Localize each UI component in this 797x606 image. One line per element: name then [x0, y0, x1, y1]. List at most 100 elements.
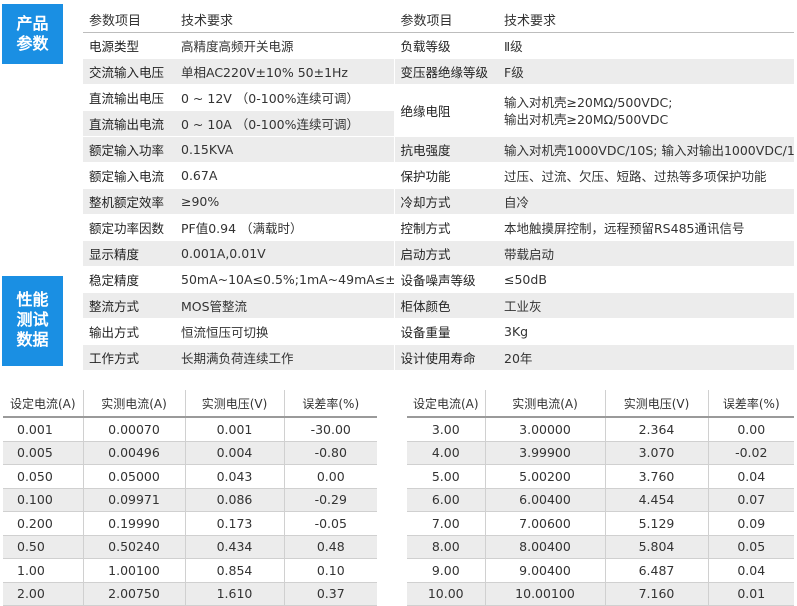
header-measured-voltage: 实测电压(V) [604, 389, 708, 418]
header-measured-current: 实测电流(A) [484, 389, 605, 418]
table-row: 1.00 1.00100 0.854 0.10 [3, 558, 377, 583]
spec-param-value: 单相AC220V±10% 50±1Hz [175, 58, 395, 85]
cell-set-current: 0.200 [3, 511, 83, 536]
table-row: 7.00 7.00600 5.129 0.09 [407, 511, 794, 536]
header-set-current: 设定电流(A) [407, 389, 485, 418]
cell-error-rate: 0.37 [283, 582, 377, 606]
spec-param-value: 50mA~10A≤0.5%;1mA~49mA≤±0.5mA [175, 266, 395, 293]
spec-param-name: 电源类型 [83, 32, 175, 59]
spec-param-value: 输入对机壳1000VDC/10S; 输入对输出1000VDC/10S [498, 136, 794, 163]
cell-set-current: 2.00 [3, 582, 83, 606]
cell-measured-voltage: 7.160 [604, 582, 708, 606]
table-row: 5.00 5.00200 3.760 0.04 [407, 464, 794, 489]
spec-param-value: 带载启动 [498, 240, 794, 267]
spec-row: 整机额定效率 ≥90% 冷却方式 自冷 [83, 188, 794, 215]
spec-param-name: 冷却方式 [394, 188, 498, 215]
spec-header-param: 参数项目 [83, 6, 175, 33]
spec-row: 输出方式 恒流恒压可切换 设备重量 3Kg [83, 318, 794, 345]
spec-param-name: 负载等级 [394, 32, 498, 59]
spec-param-name: 设备重量 [394, 318, 498, 345]
spec-param-name: 变压器绝缘等级 [394, 58, 498, 85]
cell-measured-current: 8.00400 [484, 535, 605, 559]
header-error-rate: 误差率(%) [283, 389, 377, 418]
spec-param-value: 0.15KVA [175, 136, 395, 163]
spec-header-requirement: 技术要求 [498, 6, 794, 33]
cell-error-rate: 0.04 [707, 558, 794, 583]
section-tag-label: 性能 测试 数据 [16, 290, 49, 349]
spec-param-name: 抗电强度 [394, 136, 498, 163]
spec-row: 工作方式 长期满负荷连续工作 设计使用寿命 20年 [83, 344, 794, 371]
spec-param-value: 0.001A,0.01V [175, 240, 395, 267]
cell-measured-current: 9.00400 [484, 558, 605, 583]
spec-param-value: 0 ~ 12V （0-100%连续可调） [175, 84, 395, 111]
header-set-current: 设定电流(A) [3, 389, 83, 418]
spec-row: 直流输出电压 0 ~ 12V （0-100%连续可调） 绝缘电阻 输入对机壳≥2… [83, 84, 794, 137]
table-row: 3.00 3.00000 2.364 0.00 [407, 417, 794, 442]
spec-param-name: 额定功率因数 [83, 214, 175, 241]
spec-param-name: 设备噪声等级 [394, 266, 498, 293]
spec-param-value: 20年 [498, 344, 794, 371]
cell-set-current: 3.00 [407, 417, 485, 442]
spec-param-value: ≥90% [175, 188, 395, 215]
cell-set-current: 0.50 [3, 535, 83, 559]
cell-measured-voltage: 0.086 [184, 488, 284, 512]
table-row: 6.00 6.00400 4.454 0.07 [407, 488, 794, 512]
spec-param-value: 0.67A [175, 162, 395, 189]
spec-param-name: 保护功能 [394, 162, 498, 189]
table-row: 0.005 0.00496 0.004 -0.80 [3, 441, 377, 465]
cell-measured-voltage: 6.487 [604, 558, 708, 583]
table-row: 0.001 0.00070 0.001 -30.00 [3, 417, 377, 442]
spec-param-name: 直流输出电压 [83, 84, 175, 111]
spec-param-value: MOS管整流 [175, 292, 395, 319]
cell-measured-current: 5.00200 [484, 464, 605, 489]
spec-param-value: 过压、过流、欠压、短路、过热等多项保护功能 [498, 162, 794, 189]
cell-set-current: 9.00 [407, 558, 485, 583]
cell-set-current: 6.00 [407, 488, 485, 512]
spec-row: 交流输入电压 单相AC220V±10% 50±1Hz 变压器绝缘等级 F级 [83, 58, 794, 85]
cell-measured-current: 0.50240 [82, 535, 185, 559]
cell-error-rate: -0.05 [283, 511, 377, 536]
cell-error-rate: 0.48 [283, 535, 377, 559]
cell-measured-voltage: 4.454 [604, 488, 708, 512]
section-tag-product-params: 产品 参数 [2, 4, 63, 64]
table-row: 8.00 8.00400 5.804 0.05 [407, 535, 794, 559]
spec-param-name: 柜体颜色 [394, 292, 498, 319]
cell-measured-current: 3.99900 [484, 441, 605, 465]
spec-header-row: 参数项目 技术要求 参数项目 技术要求 [83, 6, 794, 33]
test-header-row: 设定电流(A) 实测电流(A) 实测电压(V) 误差率(%) [407, 389, 794, 418]
cell-measured-voltage: 5.804 [604, 535, 708, 559]
spec-param-value: 3Kg [498, 318, 794, 345]
cell-measured-current: 3.00000 [484, 417, 605, 442]
cell-set-current: 8.00 [407, 535, 485, 559]
spec-param-name: 显示精度 [83, 240, 175, 267]
cell-error-rate: 0.09 [707, 511, 794, 536]
spec-row: 额定输入功率 0.15KVA 抗电强度 输入对机壳1000VDC/10S; 输入… [83, 136, 794, 163]
cell-error-rate: 0.10 [283, 558, 377, 583]
header-measured-current: 实测电流(A) [82, 389, 185, 418]
table-row: 10.00 10.00100 7.160 0.01 [407, 582, 794, 606]
spec-param-value: F级 [498, 58, 794, 85]
cell-measured-voltage: 3.070 [604, 441, 708, 465]
cell-set-current: 7.00 [407, 511, 485, 536]
cell-measured-voltage: 0.043 [184, 464, 284, 489]
cell-measured-voltage: 3.760 [604, 464, 708, 489]
spec-param-name: 设计使用寿命 [394, 344, 498, 371]
table-row: 0.50 0.50240 0.434 0.48 [3, 535, 377, 559]
cell-error-rate: 0.05 [707, 535, 794, 559]
header-error-rate: 误差率(%) [707, 389, 794, 418]
cell-set-current: 4.00 [407, 441, 485, 465]
cell-measured-voltage: 0.004 [184, 441, 284, 465]
spec-row: 额定功率因数 PF值0.94 （满载时） 控制方式 本地触摸屏控制，远程预留RS… [83, 214, 794, 241]
test-header-row: 设定电流(A) 实测电流(A) 实测电压(V) 误差率(%) [3, 389, 377, 418]
test-data-table-left: 设定电流(A) 实测电流(A) 实测电压(V) 误差率(%) 0.001 0.00… [3, 389, 377, 606]
cell-measured-voltage: 0.001 [184, 417, 284, 442]
cell-set-current: 0.005 [3, 441, 83, 465]
spec-param-name: 整流方式 [83, 292, 175, 319]
section-tag-label: 产品 参数 [16, 14, 49, 53]
cell-measured-voltage: 5.129 [604, 511, 708, 536]
table-row: 0.200 0.19990 0.173 -0.05 [3, 511, 377, 536]
test-data-table-right: 设定电流(A) 实测电流(A) 实测电压(V) 误差率(%) 3.00 3.000… [407, 389, 794, 606]
cell-error-rate: -0.80 [283, 441, 377, 465]
cell-measured-current: 0.19990 [82, 511, 185, 536]
spec-param-value: 高精度高频开关电源 [175, 32, 395, 59]
